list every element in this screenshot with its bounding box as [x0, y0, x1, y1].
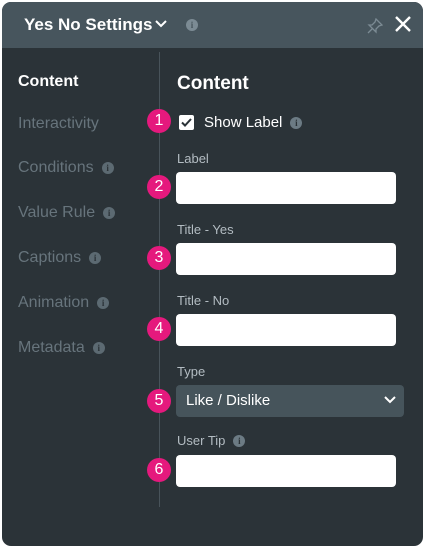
- info-icon[interactable]: i: [92, 342, 105, 354]
- sidebar-item-label: Captions: [18, 249, 82, 266]
- sidebar-item-label: Interactivity: [18, 115, 99, 132]
- close-icon[interactable]: [394, 15, 412, 33]
- info-icon[interactable]: i: [233, 434, 246, 447]
- sidebar-item-value-rule[interactable]: Value Rule i: [18, 204, 116, 222]
- title-yes-input[interactable]: [176, 243, 396, 275]
- panel-header: Yes No Settings i: [2, 2, 423, 48]
- sidebar-item-label: Animation: [18, 294, 90, 311]
- info-icon[interactable]: i: [186, 19, 198, 31]
- user-tip-label: User Tip i: [177, 433, 246, 448]
- step-badge: 4: [147, 317, 171, 341]
- label-field-label: Label: [177, 151, 209, 166]
- sidebar-item-label: Value Rule: [18, 204, 96, 221]
- chevron-down-icon: [384, 396, 396, 404]
- type-select-value: Like / Dislike: [186, 392, 271, 409]
- user-tip-label-text: User Tip: [177, 433, 226, 448]
- sidebar-item-content[interactable]: Content: [18, 73, 78, 91]
- info-icon[interactable]: i: [101, 162, 114, 174]
- step-badge: 2: [147, 175, 171, 199]
- info-icon[interactable]: i: [97, 297, 110, 309]
- sidebar-item-captions[interactable]: Captions i: [18, 249, 102, 267]
- sidebar-item-metadata[interactable]: Metadata i: [18, 339, 105, 357]
- content-title: Content: [177, 73, 249, 94]
- panel-title[interactable]: Yes No Settings: [24, 15, 152, 35]
- pin-icon[interactable]: [367, 18, 383, 34]
- type-select[interactable]: Like / Dislike: [176, 385, 404, 417]
- chevron-down-icon[interactable]: [155, 20, 167, 28]
- step-badge: 3: [147, 246, 171, 270]
- step-badge: 6: [147, 458, 171, 482]
- type-label: Type: [177, 364, 206, 379]
- step-badge: 5: [147, 389, 171, 413]
- sidebar-item-label: Metadata: [18, 339, 85, 356]
- show-label-text: Show Label: [204, 114, 283, 131]
- user-tip-input[interactable]: [176, 455, 396, 487]
- info-icon[interactable]: i: [89, 252, 102, 264]
- checkmark-icon: [181, 118, 192, 127]
- title-no-label: Title - No: [177, 293, 230, 308]
- info-icon[interactable]: i: [103, 207, 116, 219]
- show-label[interactable]: Show Label i: [204, 114, 303, 131]
- sidebar-item-conditions[interactable]: Conditions i: [18, 159, 114, 177]
- title-no-input[interactable]: [176, 314, 396, 346]
- title-yes-label: Title - Yes: [177, 222, 234, 237]
- sidebar-item-label: Conditions: [18, 159, 94, 176]
- sidebar-item-interactivity[interactable]: Interactivity: [18, 115, 99, 133]
- info-icon[interactable]: i: [290, 116, 303, 129]
- show-label-checkbox[interactable]: [179, 115, 194, 130]
- sidebar-item-animation[interactable]: Animation i: [18, 294, 110, 312]
- sidebar-item-label: Content: [18, 73, 79, 90]
- label-input[interactable]: [176, 172, 396, 204]
- step-badge: 1: [147, 109, 171, 133]
- settings-panel: Yes No Settings i Content Interactivity …: [2, 2, 423, 546]
